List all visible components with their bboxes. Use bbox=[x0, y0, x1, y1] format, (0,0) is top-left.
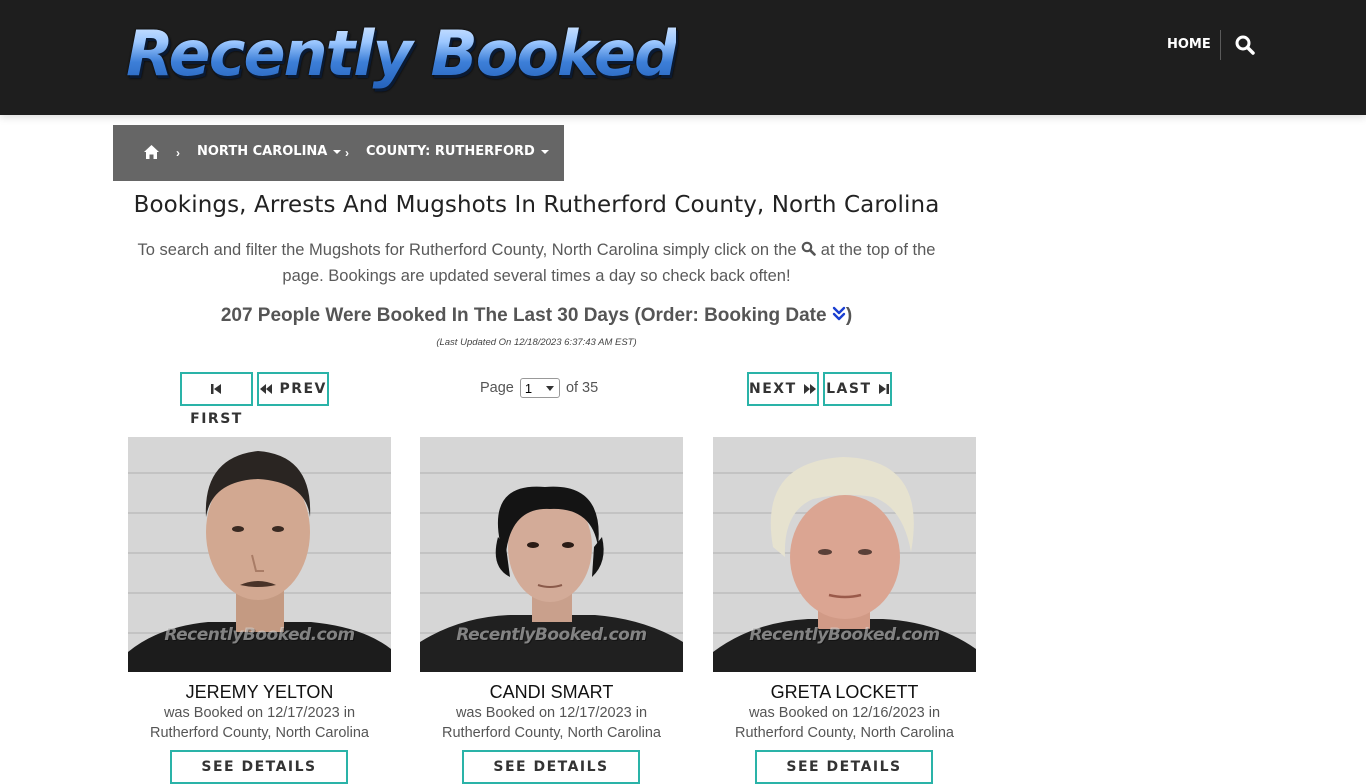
step-forward-icon bbox=[878, 384, 889, 394]
breadcrumb-state-label: NORTH CAROLINA bbox=[197, 144, 328, 159]
caret-down-icon bbox=[333, 149, 342, 154]
booked-date-line: was Booked on 12/17/2023 in bbox=[455, 705, 648, 721]
breadcrumb: › NORTH CAROLINA › COUNTY: RUTHERFORD bbox=[113, 125, 564, 181]
booked-location: Rutherford County, North Carolina bbox=[735, 725, 954, 741]
prev-page-label: PREV bbox=[279, 381, 327, 397]
first-page-button[interactable]: FIRST bbox=[180, 372, 253, 427]
nav-divider bbox=[1220, 30, 1221, 60]
watermark: RecentlyBooked.com bbox=[749, 625, 940, 645]
caret-down-icon bbox=[540, 149, 549, 154]
booked-location: Rutherford County, North Carolina bbox=[442, 725, 661, 741]
mugshot-photo[interactable]: RecentlyBooked.com bbox=[128, 437, 391, 672]
inmate-name[interactable]: GRETA LOCKETT bbox=[713, 681, 976, 703]
search-icon[interactable] bbox=[1234, 34, 1256, 56]
booking-card: RecentlyBooked.com CANDI SMART was Booke… bbox=[420, 437, 683, 784]
page-label: Page bbox=[480, 380, 514, 396]
nav-home-link[interactable]: HOME bbox=[1167, 36, 1211, 54]
chevron-right-icon: › bbox=[345, 146, 349, 160]
intro-text: To search and filter the Mugshots for Ru… bbox=[116, 237, 957, 289]
watermark: RecentlyBooked.com bbox=[456, 625, 647, 645]
booking-count-text: 207 People Were Booked In The Last 30 Da… bbox=[220, 305, 827, 326]
watermark: RecentlyBooked.com bbox=[164, 625, 355, 645]
booked-location: Rutherford County, North Carolina bbox=[150, 725, 369, 741]
first-page-label: FIRST bbox=[190, 411, 243, 427]
mugshot-photo[interactable]: RecentlyBooked.com bbox=[713, 437, 976, 672]
site-header: Recently Booked HOME bbox=[0, 0, 1366, 115]
next-page-label: NEXT bbox=[749, 381, 797, 397]
home-icon[interactable] bbox=[143, 144, 160, 160]
search-icon[interactable] bbox=[801, 238, 817, 256]
inmate-name[interactable]: JEREMY YELTON bbox=[128, 681, 391, 703]
see-details-button[interactable]: SEE DETAILS bbox=[755, 750, 933, 784]
booked-date-line: was Booked on 12/17/2023 in bbox=[163, 705, 356, 721]
chevron-down-icon bbox=[545, 386, 554, 392]
intro-text-before: To search and filter the Mugshots for Ru… bbox=[137, 241, 797, 259]
breadcrumb-county-label: COUNTY: RUTHERFORD bbox=[366, 144, 535, 159]
site-logo[interactable]: Recently Booked bbox=[126, 14, 678, 94]
forward-icon bbox=[804, 384, 816, 394]
see-details-button[interactable]: SEE DETAILS bbox=[462, 750, 640, 784]
see-details-button[interactable]: SEE DETAILS bbox=[170, 750, 348, 784]
last-page-label: LAST bbox=[826, 381, 872, 397]
sort-order-icon[interactable] bbox=[832, 304, 846, 321]
prev-page-button[interactable]: PREV bbox=[257, 372, 329, 406]
inmate-name[interactable]: CANDI SMART bbox=[420, 681, 683, 703]
last-page-button[interactable]: LAST bbox=[823, 372, 892, 406]
backward-icon bbox=[260, 384, 273, 394]
booking-count-heading: 207 People Were Booked In The Last 30 Da… bbox=[0, 303, 1073, 329]
page-selector: Page 1 of 35 bbox=[480, 377, 598, 399]
page-select-value: 1 bbox=[524, 381, 533, 397]
booked-date-line: was Booked on 12/16/2023 in bbox=[748, 705, 941, 721]
page-total: of 35 bbox=[565, 380, 599, 396]
booking-card: RecentlyBooked.com JEREMY YELTON was Boo… bbox=[128, 437, 391, 784]
breadcrumb-county-dropdown[interactable]: COUNTY: RUTHERFORD bbox=[366, 144, 549, 159]
booking-count-close: ) bbox=[845, 305, 853, 326]
step-backward-icon bbox=[211, 384, 221, 394]
next-page-button[interactable]: NEXT bbox=[747, 372, 819, 406]
breadcrumb-state-dropdown[interactable]: NORTH CAROLINA bbox=[197, 144, 342, 159]
last-updated: (Last Updated On 12/18/2023 6:37:43 AM E… bbox=[436, 337, 637, 348]
mugshot-photo[interactable]: RecentlyBooked.com bbox=[420, 437, 683, 672]
booking-card: RecentlyBooked.com GRETA LOCKETT was Boo… bbox=[713, 437, 976, 784]
page-title: Bookings, Arrests And Mugshots In Ruther… bbox=[133, 192, 940, 218]
chevron-right-icon: › bbox=[176, 146, 180, 160]
page-select[interactable]: 1 bbox=[519, 378, 560, 399]
